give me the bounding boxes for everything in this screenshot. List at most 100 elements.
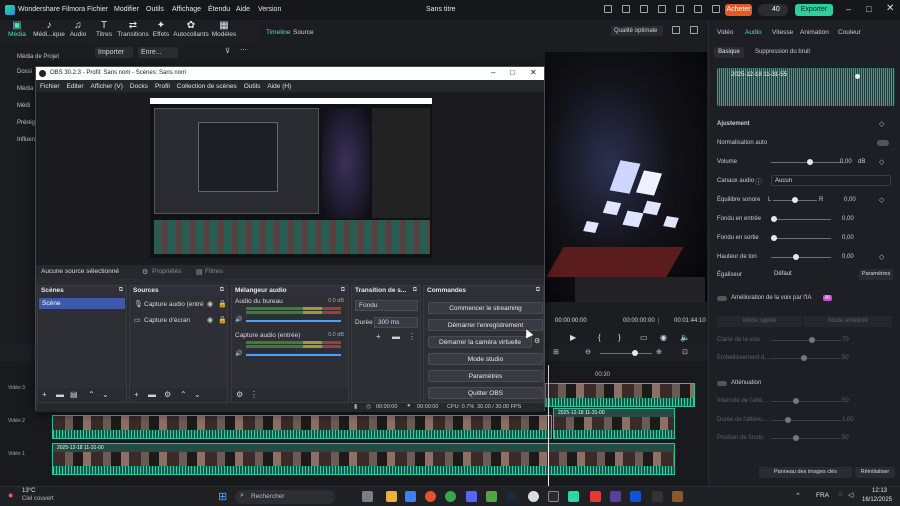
playhead[interactable]	[548, 365, 549, 486]
voice-embellish-slider[interactable]	[771, 355, 841, 361]
menu-version[interactable]: Version	[258, 6, 281, 13]
tool-music[interactable]: ♪ Médi...ique	[31, 20, 67, 38]
sidebar-item-media2[interactable]: Médi	[17, 103, 30, 109]
fade-in-value[interactable]: 0,00	[842, 216, 854, 222]
tab-timeline[interactable]: Timeline	[266, 29, 290, 36]
scenes-dock-undock-icon[interactable]: ⧉	[119, 287, 123, 294]
lock-icon-2[interactable]: 🔒	[218, 316, 227, 324]
keyframe-diamond-icon[interactable]: ◇	[879, 120, 884, 128]
cloud-icon[interactable]	[658, 5, 666, 15]
fade-in-slider[interactable]	[771, 216, 831, 222]
pitch-slider[interactable]	[771, 254, 831, 260]
mixer-menu-icon[interactable]: ⋮	[250, 391, 258, 399]
volume-tray-icon[interactable]: ◁	[848, 491, 853, 499]
eye-icon-2[interactable]: ◉	[207, 316, 213, 324]
sources-dock-undock-icon[interactable]: ⧉	[220, 287, 224, 294]
clip-track3[interactable]	[545, 383, 695, 407]
source-item-screen[interactable]: ▭ Capture d'écran ◉ 🔒	[132, 315, 227, 326]
tool-titles[interactable]: T Titres	[92, 20, 116, 38]
weather-temp[interactable]: 13°C	[22, 488, 35, 494]
obs-close-icon[interactable]: ✕	[530, 68, 537, 77]
network-icon[interactable]: ◌	[838, 491, 842, 498]
taskbar-app-icon-16[interactable]	[672, 491, 683, 502]
attenuation-toggle[interactable]	[717, 381, 727, 386]
taskbar-app-icon-12[interactable]	[590, 491, 601, 502]
balance-keyframe-icon[interactable]: ◇	[879, 196, 884, 204]
taskbar-app-icon-3[interactable]	[405, 491, 416, 502]
voice-fast-button[interactable]: Mode rapide	[717, 316, 802, 327]
att-duration-slider[interactable]	[771, 417, 841, 423]
channels-select[interactable]: Aucun	[771, 175, 891, 186]
mixer-channel1-slider[interactable]	[246, 320, 341, 322]
remove-transition-icon[interactable]: ▬	[392, 333, 400, 341]
tool-effects[interactable]: ✦ Effets	[150, 20, 172, 38]
tab-animation[interactable]: Animation	[800, 29, 829, 36]
transitions-dock-undock-icon[interactable]: ⧉	[413, 287, 417, 294]
speaker-icon[interactable]: 🔊	[235, 316, 242, 323]
menu-fichier[interactable]: Fichier	[87, 6, 108, 13]
menu-etendu[interactable]: Étendu	[208, 6, 230, 13]
fullscreen-icon[interactable]	[690, 26, 698, 36]
eq-settings-button[interactable]: Paramètres	[859, 269, 893, 280]
taskbar-minecraft-icon[interactable]	[486, 491, 497, 502]
voice-clarity-value[interactable]: 70	[842, 337, 849, 343]
device-icon[interactable]	[604, 5, 612, 15]
volume-keyframe-icon[interactable]: ◇	[879, 158, 884, 166]
taskbar-app-icon-4[interactable]	[425, 491, 436, 502]
add-transition-icon[interactable]: +	[376, 333, 381, 341]
auto-normalize-toggle[interactable]	[877, 140, 889, 146]
taskbar-chrome-icon[interactable]	[445, 491, 456, 502]
start-virtual-camera-button[interactable]: Démarrer la caméra virtuelle	[428, 336, 532, 348]
scene-up-icon[interactable]: ⌃	[88, 391, 95, 399]
taskbar-obs-icon[interactable]	[528, 491, 539, 502]
menu-outils[interactable]: Outils	[146, 6, 164, 13]
source-down-icon[interactable]: ⌄	[194, 391, 201, 399]
remove-scene-icon[interactable]: ▬	[56, 391, 64, 399]
taskbar-files-icon[interactable]	[386, 491, 397, 502]
taskbar-filmora-icon[interactable]	[568, 491, 579, 502]
taskbar-discord-icon[interactable]	[466, 491, 477, 502]
zoom-slider[interactable]	[600, 350, 652, 356]
pitch-value[interactable]: 0,00	[842, 254, 854, 260]
subtab-noise[interactable]: Suppression du bruit	[755, 49, 810, 55]
filter-icon[interactable]: ⊽	[225, 47, 230, 55]
pitch-keyframe-icon[interactable]: ◇	[879, 253, 884, 261]
close-icon[interactable]: ✕	[886, 3, 894, 14]
att-intensity-value[interactable]: 50	[842, 398, 849, 404]
taskbar-steam-icon[interactable]	[506, 491, 517, 502]
language-indicator[interactable]: FRA	[816, 492, 829, 499]
tool-stickers[interactable]: ✿ Autocollants	[172, 20, 210, 38]
source-settings-icon[interactable]: ⚙	[164, 391, 171, 399]
exit-button[interactable]: Quitter OBS	[428, 387, 543, 399]
mixer-channel2-slider[interactable]	[246, 354, 341, 356]
mark-in-icon[interactable]: {	[598, 333, 601, 342]
layout-icon[interactable]	[676, 5, 684, 15]
obs-menu-file[interactable]: Fichier	[40, 83, 60, 90]
import-dropdown[interactable]: Importer	[95, 47, 133, 58]
zoom-out-icon[interactable]: ⊖	[585, 348, 591, 356]
taskbar-app-icon-10[interactable]	[548, 491, 559, 502]
buy-button[interactable]: Acheter	[725, 4, 752, 16]
remove-source-icon[interactable]: ▬	[148, 391, 156, 399]
att-duration-value[interactable]: 1,00	[842, 417, 854, 423]
filter-icon-obs[interactable]: ▤	[196, 268, 203, 276]
tab-source[interactable]: Source	[293, 29, 314, 36]
att-fade-slider[interactable]	[771, 435, 841, 441]
mark-out-icon[interactable]: }	[618, 333, 621, 342]
reset-button[interactable]: Réinitialiser	[855, 467, 895, 478]
zoom-in-icon[interactable]: ⊕	[656, 348, 662, 356]
gift-icon[interactable]	[640, 5, 648, 15]
speaker-icon-2[interactable]: 🔊	[235, 350, 242, 357]
display-icon[interactable]: ▭	[640, 333, 648, 342]
quality-select[interactable]: Qualité optimale	[611, 26, 663, 36]
obs-menu-docks[interactable]: Docks	[130, 83, 148, 90]
taskbar-app-icon-15[interactable]	[652, 491, 663, 502]
gear-icon[interactable]: ⚙	[142, 268, 148, 276]
volume-icon[interactable]: 🔈	[680, 333, 690, 342]
balance-slider[interactable]	[773, 197, 817, 203]
export-button[interactable]: Exporter	[795, 4, 833, 16]
volume-slider[interactable]	[771, 159, 843, 165]
sidebar-item-influence[interactable]: Influen	[17, 137, 35, 143]
search-input[interactable]: ⌕ Rechercher	[235, 490, 335, 504]
fade-out-value[interactable]: 0,00	[842, 235, 854, 241]
